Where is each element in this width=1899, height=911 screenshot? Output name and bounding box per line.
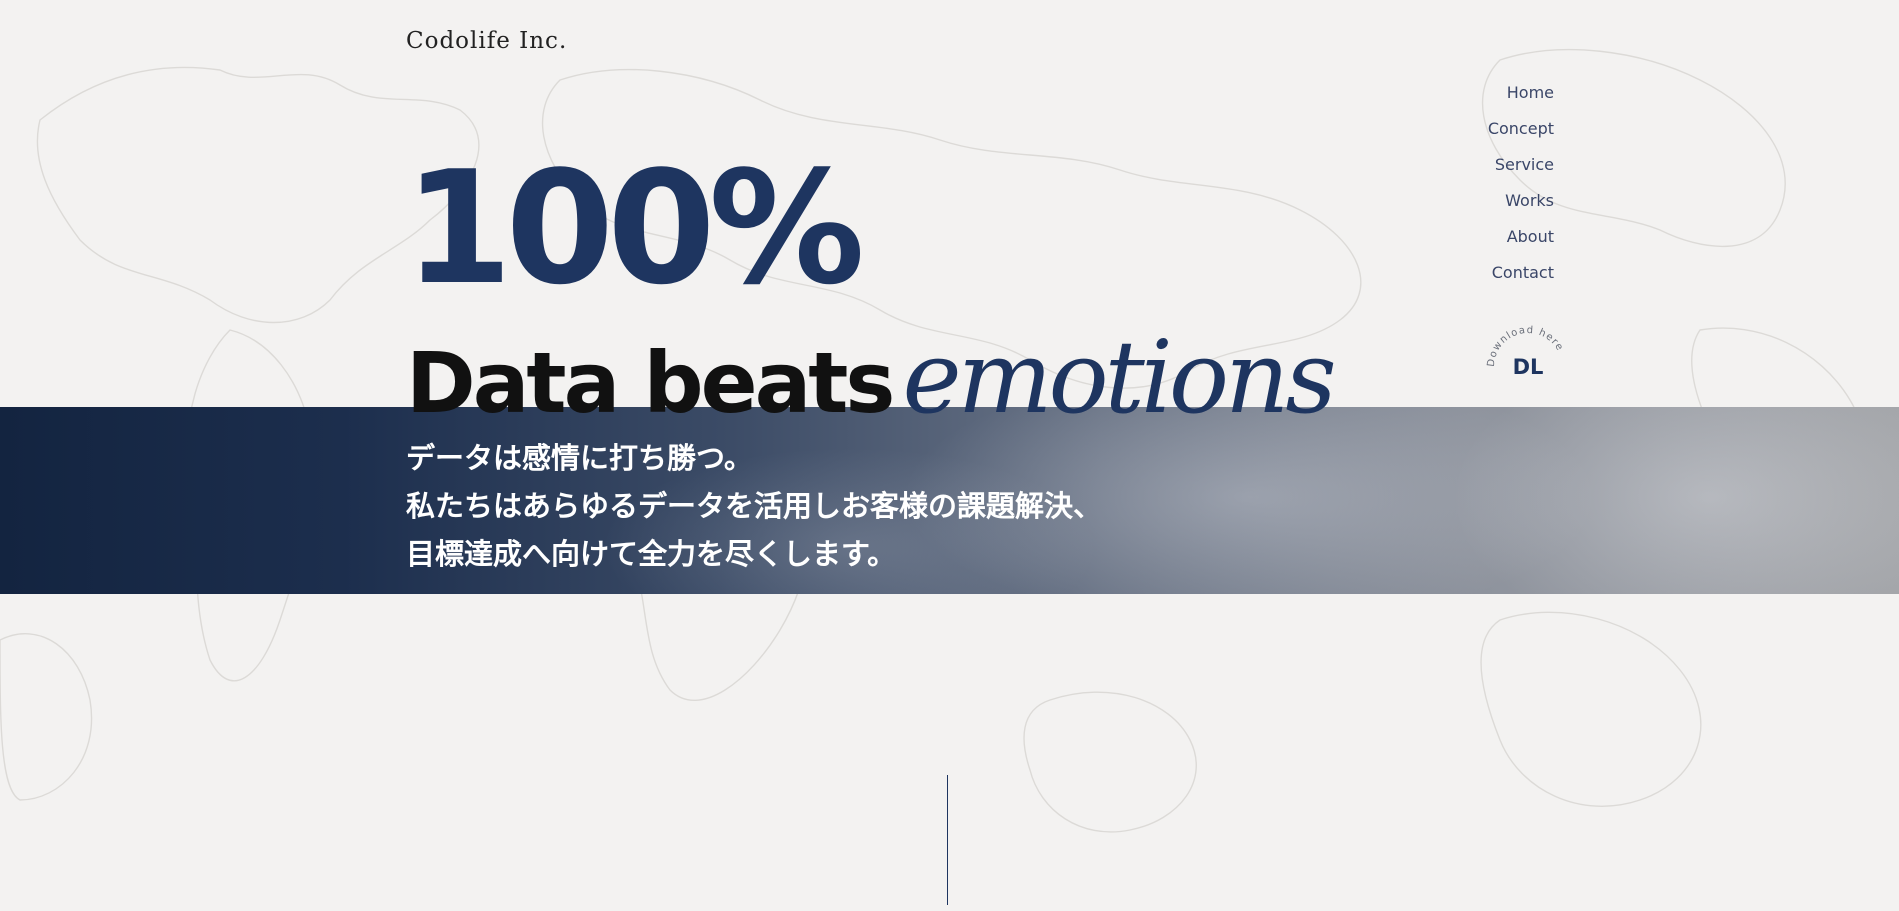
hero-number: 100% xyxy=(404,137,865,319)
nav-item-contact[interactable]: Contact xyxy=(1488,255,1554,291)
download-button[interactable]: Download here DL xyxy=(1483,322,1573,412)
hero-copy: データは感情に打ち勝つ。 私たちはあらゆるデータを活用しお客様の課題解決、 目標… xyxy=(406,434,1102,578)
main-nav: Home Concept Service Works About Contact xyxy=(1488,75,1554,291)
scroll-indicator-line xyxy=(947,775,948,905)
hero-copy-line: 目標達成へ向けて全力を尽くします。 xyxy=(406,537,897,571)
nav-item-service[interactable]: Service xyxy=(1488,147,1554,183)
nav-item-concept[interactable]: Concept xyxy=(1488,111,1554,147)
nav-item-home[interactable]: Home xyxy=(1488,75,1554,111)
nav-item-about[interactable]: About xyxy=(1488,219,1554,255)
hero-copy-line: 私たちはあらゆるデータを活用しお客様の課題解決、 xyxy=(406,489,1103,523)
smoke-cloud xyxy=(1450,407,1899,594)
download-label: DL xyxy=(1513,355,1544,379)
hero-copy-line: データは感情に打ち勝つ。 xyxy=(406,441,753,475)
hero-tagline: Data beats emotions xyxy=(406,328,1337,428)
tagline-bold: Data beats xyxy=(406,334,895,432)
company-logo[interactable]: Codolife Inc. xyxy=(406,28,567,54)
nav-item-works[interactable]: Works xyxy=(1488,183,1554,219)
tagline-script: emotions xyxy=(902,319,1336,436)
